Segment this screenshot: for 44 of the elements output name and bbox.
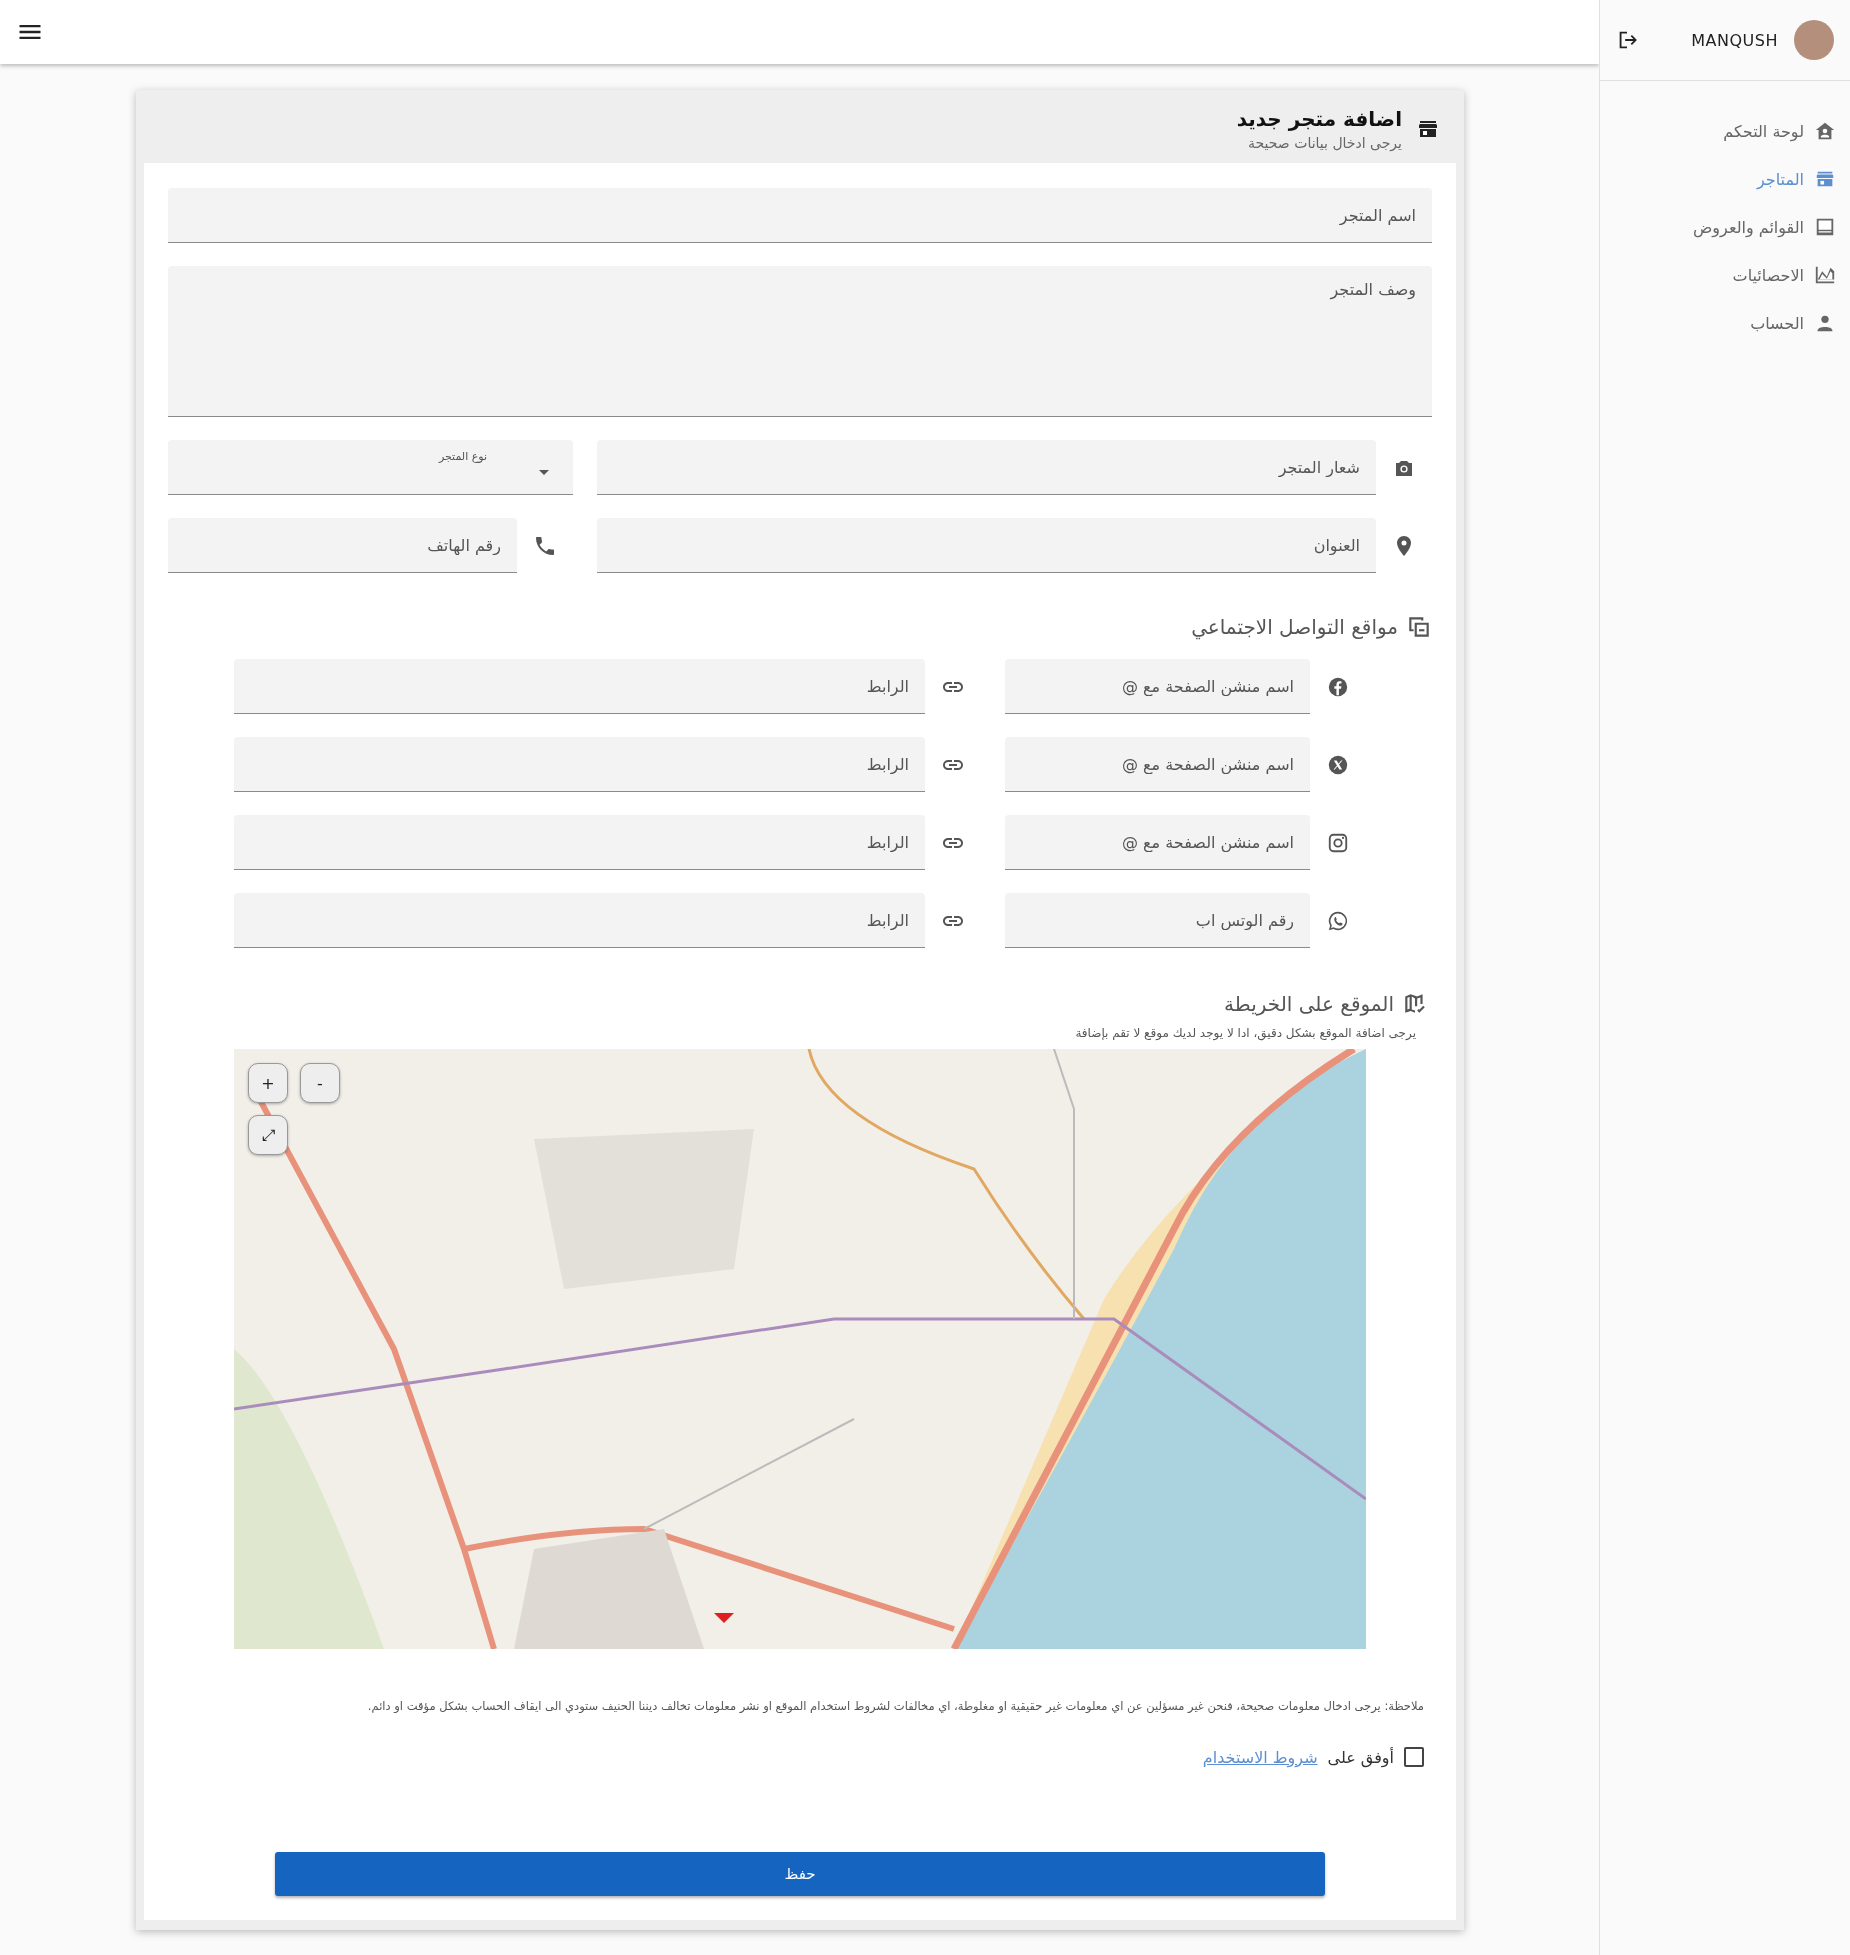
sidebar-item[interactable]: الحساب — [1600, 299, 1850, 347]
facebook-icon — [1327, 675, 1349, 698]
form-title: اضافة متجر جديد — [1236, 106, 1402, 131]
x-logo-icon — [1327, 753, 1349, 776]
form-subtitle: يرجى ادخال بيانات صحيحة — [1247, 134, 1402, 151]
instagram-icon — [1327, 831, 1349, 854]
mention-field[interactable]: اسم منشن الصفحة مع @ — [1005, 815, 1310, 870]
phone-field[interactable]: رقم الهاتف — [168, 518, 517, 573]
sidebar-item[interactable]: القوائم والعروض — [1600, 203, 1850, 251]
section-title: مواقع التواصل الاجتماعي — [1191, 615, 1398, 639]
zoom-out-button[interactable]: - — [300, 1063, 340, 1103]
list-icon — [1814, 216, 1836, 238]
link-field[interactable]: الرابط — [234, 815, 925, 870]
sidebar-item[interactable]: الاحصائيات — [1600, 251, 1850, 299]
location-marker-icon[interactable] — [714, 1613, 734, 1623]
mention-field[interactable]: رقم الوتس اب — [1005, 893, 1310, 948]
fullscreen-button[interactable]: ⤢ — [248, 1115, 288, 1155]
mention-field[interactable]: اسم منشن الصفحة مع @ — [1005, 659, 1310, 714]
terms-label: أوفق على — [1327, 1747, 1394, 1767]
store-type-select[interactable]: نوع المتجر — [168, 440, 573, 495]
store-name-field[interactable]: اسم المتجر — [168, 188, 1432, 243]
sidebar-item[interactable]: لوحة التحكم — [1600, 107, 1850, 155]
logo-field[interactable]: شعار المتجر — [597, 440, 1376, 495]
user-name: MANQUSH — [1691, 30, 1778, 50]
home-icon — [1814, 120, 1836, 142]
chart-icon — [1814, 264, 1836, 286]
whatsapp-icon — [1327, 909, 1349, 932]
section-title: الموقع على الخريطة — [1224, 992, 1394, 1016]
mention-field[interactable]: اسم منشن الصفحة مع @ — [1005, 737, 1310, 792]
link-field[interactable]: الرابط — [234, 737, 925, 792]
note-text: ملاحظة: يرجى ادخال معلومات صحيحة، فنحن غير مسؤلين عن اي معلومات غير حقيقية او مغلوطة، اي مخالفات لشروط استخدام الموقع او نشر معلومات تخالف ديننا الحنيف ستودي الى ايقاف الحساب بشكل مؤقت او دائم. — [366, 1698, 1424, 1715]
zoom-in-button[interactable]: + — [248, 1063, 288, 1103]
address-field[interactable]: العنوان — [597, 518, 1376, 573]
save-button[interactable]: حفظ — [275, 1852, 1325, 1897]
sidebar-item[interactable]: المتاجر — [1600, 155, 1850, 203]
map-hint: يرجى اضافة الموقع بشكل دقيق، ادا لا يوجد لديك موقع لا تقم بإضافة — [1074, 1026, 1416, 1040]
avatar — [1794, 20, 1834, 60]
description-field[interactable]: وصف المتجر — [168, 266, 1432, 417]
link-field[interactable]: الرابط — [234, 659, 925, 714]
share-icon — [1406, 614, 1432, 640]
terms-link[interactable]: شروط الاستخدام — [1202, 1747, 1318, 1767]
link-field[interactable]: الرابط — [234, 893, 925, 948]
terms-checkbox[interactable] — [1404, 1747, 1424, 1768]
caret-icon — [539, 470, 549, 475]
